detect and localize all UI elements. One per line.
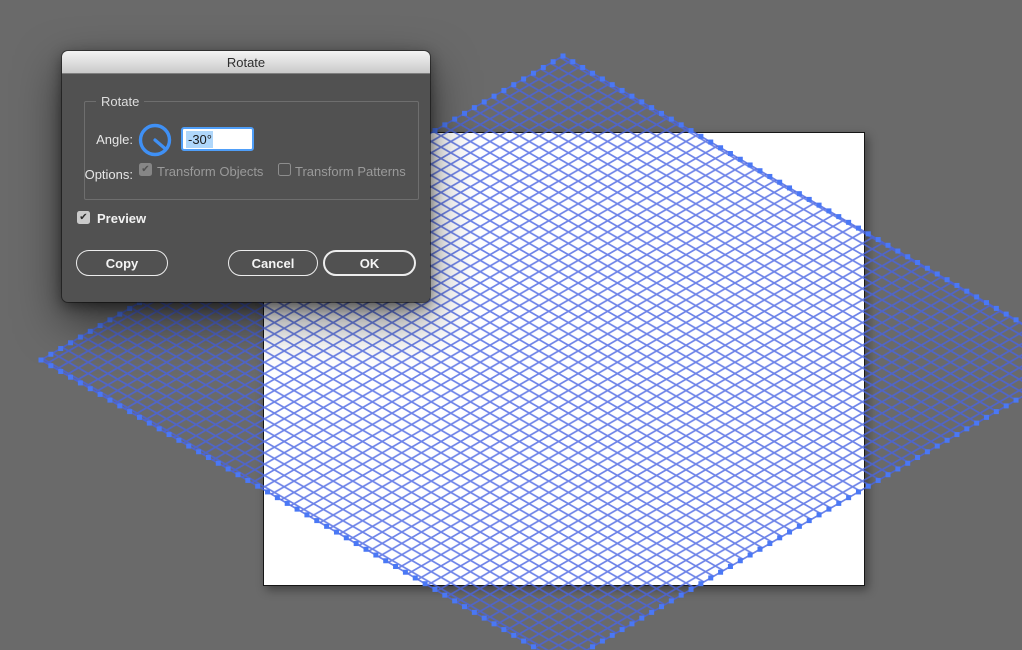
transform-patterns-checkbox (278, 163, 291, 176)
options-label: Options: (84, 167, 133, 182)
copy-button[interactable]: Copy (76, 250, 168, 276)
dialog-titlebar[interactable]: Rotate (62, 51, 430, 74)
angle-label: Angle: (96, 132, 133, 147)
rotate-dialog: Rotate Rotate Angle: -30° Options: ✔ Tra… (62, 51, 430, 302)
cancel-button[interactable]: Cancel (228, 250, 318, 276)
checkmark-icon: ✔ (141, 164, 150, 175)
ok-button[interactable]: OK (323, 250, 416, 276)
preview-checkbox[interactable]: ✔ (77, 211, 90, 224)
illustrator-canvas: { "dialog": { "title": "Rotate", "fields… (0, 0, 1022, 650)
fieldset-legend: Rotate (96, 94, 145, 109)
transform-objects-label: Transform Objects (157, 164, 264, 179)
angle-value-selected-text: -30° (186, 130, 213, 148)
checkmark-icon: ✔ (79, 212, 88, 223)
preview-label: Preview (97, 211, 147, 226)
angle-input[interactable]: -30° (181, 127, 254, 151)
transform-objects-checkbox: ✔ (139, 163, 152, 176)
rotate-dial-icon (138, 123, 172, 157)
dialog-title: Rotate (226, 54, 266, 70)
transform-patterns-label: Transform Patterns (295, 164, 406, 179)
